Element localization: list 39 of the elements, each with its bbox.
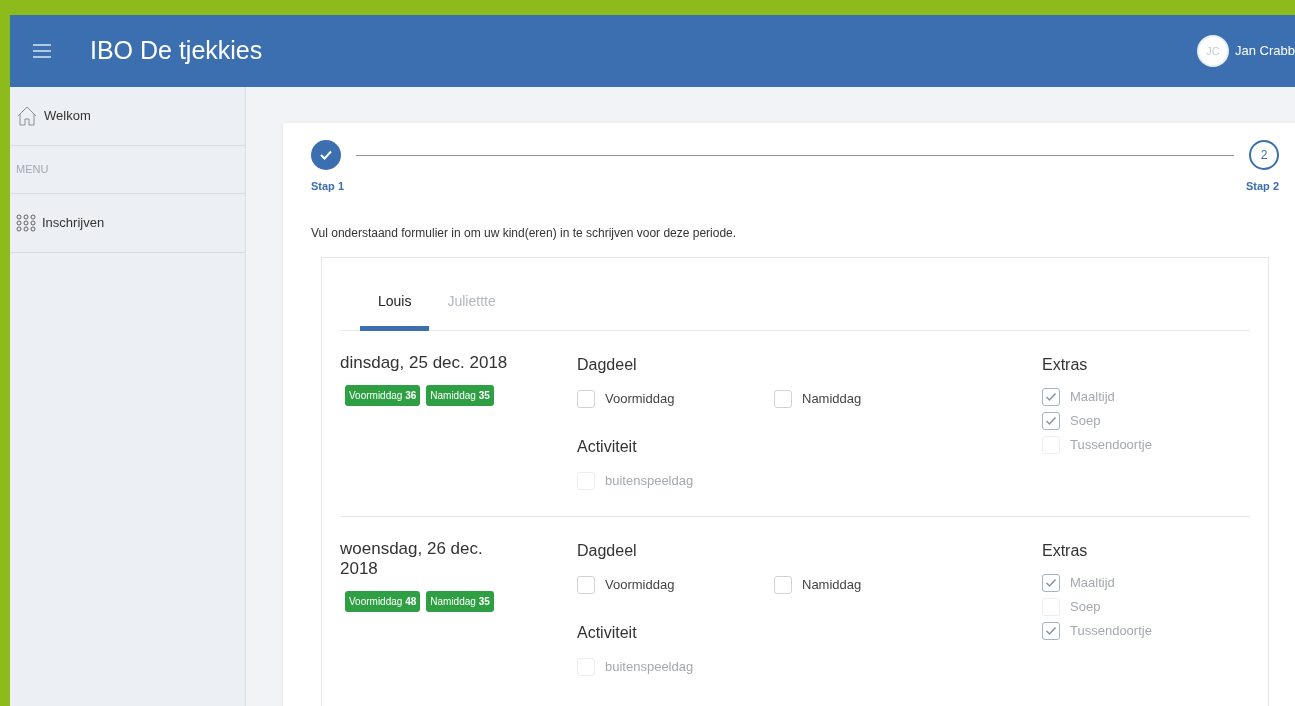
section-heading: Extras (1042, 354, 1089, 375)
checkbox[interactable] (577, 575, 595, 594)
menu-icon[interactable] (32, 43, 52, 59)
day-date: dinsdag, 25 dec. 2018 (340, 352, 509, 373)
checkbox-option[interactable]: Namiddag (774, 572, 1042, 597)
checkbox-option[interactable]: Voormiddag (577, 572, 774, 597)
capacity-badge: Namiddag 35 (426, 384, 494, 406)
app-title: IBO De tjekkies (90, 35, 263, 67)
day-date: woensdag, 26 dec. 2018 (340, 538, 484, 579)
check-icon (1045, 577, 1057, 588)
child-tab[interactable]: Louis (360, 290, 430, 331)
user-avatar[interactable]: JC (1197, 35, 1229, 67)
section-heading: Dagdeel (577, 354, 638, 375)
capacity-badge: Voormiddag 36 (345, 384, 421, 406)
check-icon (319, 149, 333, 161)
check-icon (1045, 391, 1057, 402)
step-label: Stap 1 (311, 179, 344, 194)
menu-section-label: MENU (16, 162, 49, 178)
checkbox[interactable] (577, 389, 595, 408)
section-heading: Extras (1042, 540, 1089, 561)
capacity-badge: Voormiddag 48 (345, 590, 421, 612)
child-tab[interactable]: Juliettte (429, 290, 514, 331)
capacity-badge: Namiddag 35 (426, 590, 494, 612)
check-icon (1045, 415, 1057, 426)
checkbox[interactable] (774, 575, 792, 594)
dot-grid-icon (16, 214, 36, 232)
section-heading: Activiteit (577, 436, 638, 457)
section-heading: Dagdeel (577, 540, 638, 561)
house-icon (16, 105, 38, 127)
section-heading: Activiteit (577, 622, 638, 643)
step-label: Stap 2 (1246, 179, 1279, 194)
intro-text: Vul onderstaand formulier in om uw kind(eren) in te schrijven voor deze periode. (311, 224, 738, 242)
check-icon (1045, 625, 1057, 636)
sidebar-item[interactable]: Inschrijven (10, 194, 245, 253)
sidebar-item[interactable]: Welkom (10, 87, 245, 146)
checkbox-option[interactable]: Voormiddag (577, 386, 774, 411)
checkbox[interactable] (774, 389, 792, 408)
checkbox-option[interactable]: Namiddag (774, 386, 1042, 411)
user-name[interactable]: Jan Crabb (1235, 41, 1295, 61)
